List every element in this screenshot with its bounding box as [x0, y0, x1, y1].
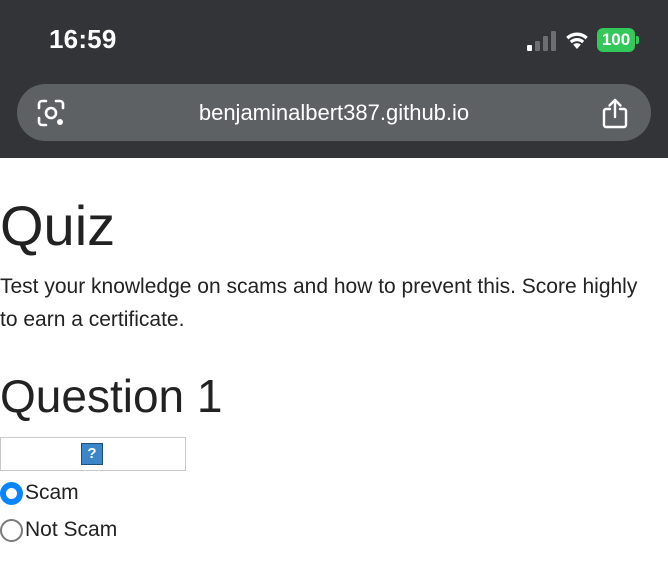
option-label: Scam: [25, 481, 79, 504]
question-heading: Question 1: [0, 370, 223, 422]
page-title: Quiz: [0, 194, 116, 257]
question-image: ?: [0, 437, 186, 471]
intro-text: Test your knowledge on scams and how to …: [0, 275, 638, 331]
option-not-scam[interactable]: Not Scam: [0, 516, 117, 544]
address-bar[interactable]: benjaminalbert387.github.io: [17, 84, 651, 141]
broken-image-icon: ?: [81, 443, 103, 465]
status-time: 16:59: [49, 24, 117, 54]
share-icon[interactable]: [600, 97, 630, 129]
lens-icon[interactable]: [36, 98, 66, 128]
option-label: Not Scam: [25, 518, 118, 541]
wifi-icon: [566, 32, 588, 49]
option-scam[interactable]: Scam: [0, 479, 79, 507]
battery-icon: 100: [597, 28, 641, 52]
browser-chrome: 16:59 100 benjaminalbert387.github.io: [0, 0, 668, 158]
cellular-signal-icon: [527, 31, 556, 51]
radio-scam[interactable]: [0, 481, 23, 505]
battery-tip: [636, 36, 639, 44]
battery-level: 100: [601, 30, 631, 49]
url-text[interactable]: benjaminalbert387.github.io: [97, 84, 571, 141]
radio-not-scam[interactable]: [0, 518, 23, 542]
